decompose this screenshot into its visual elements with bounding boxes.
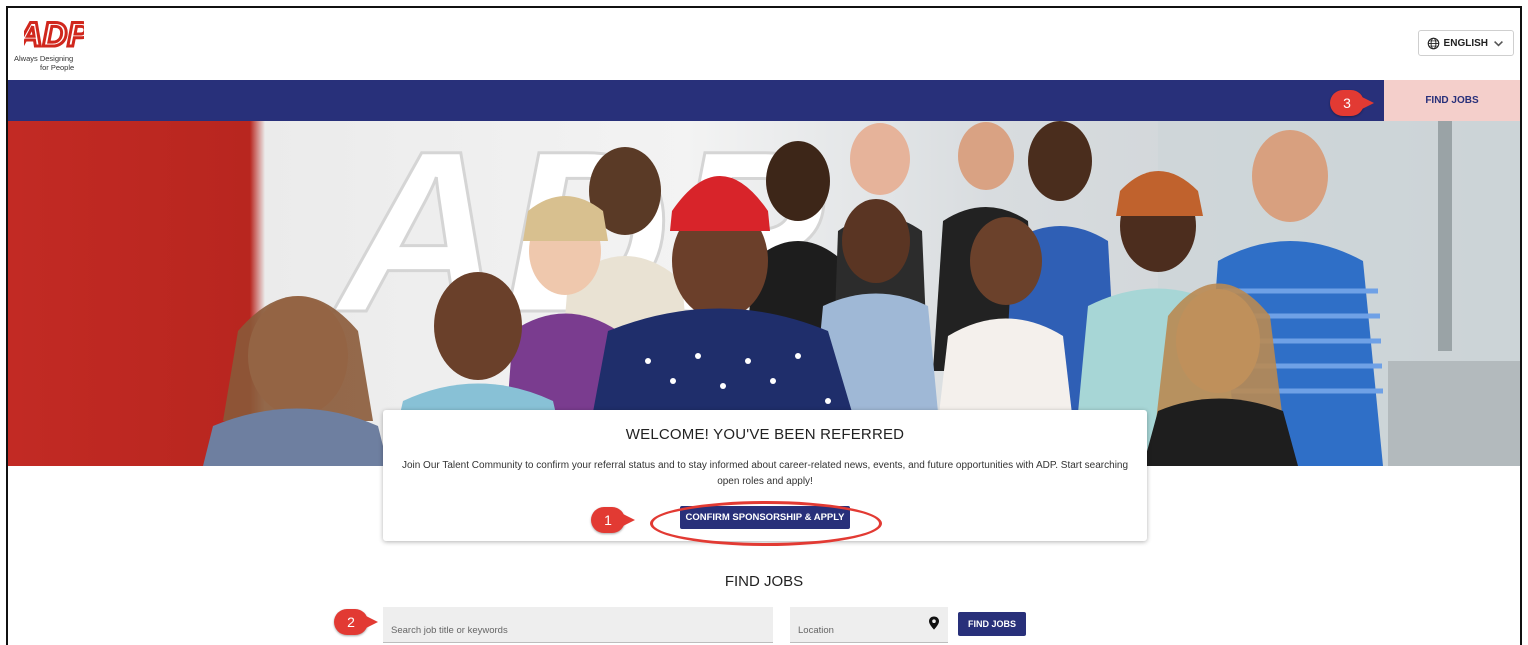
- language-label: ENGLISH: [1443, 37, 1488, 49]
- step-badge-2-number: 2: [347, 614, 355, 630]
- confirm-sponsorship-apply-button[interactable]: CONFIRM SPONSORSHIP & APPLY: [680, 506, 850, 529]
- find-jobs-title: FIND JOBS: [724, 573, 804, 590]
- tagline-line2: for People: [40, 63, 75, 72]
- adp-logo[interactable]: ADP Always Designing for People: [14, 16, 94, 76]
- search-input[interactable]: [383, 607, 773, 643]
- step-badge-3-number: 3: [1343, 95, 1351, 111]
- logo-tagline: Always Designing for People: [14, 54, 94, 72]
- nav-find-jobs-link[interactable]: FIND JOBS: [1384, 80, 1520, 121]
- nav-find-jobs-label: FIND JOBS: [1425, 95, 1479, 106]
- step-badge-2: 2: [334, 609, 378, 635]
- find-jobs-button[interactable]: FIND JOBS: [958, 612, 1026, 636]
- welcome-title: WELCOME! YOU'VE BEEN REFERRED: [625, 426, 905, 443]
- map-pin-icon[interactable]: [928, 616, 940, 630]
- welcome-card: WELCOME! YOU'VE BEEN REFERRED Join Our T…: [383, 410, 1147, 541]
- step-badge-1-number: 1: [604, 512, 612, 528]
- language-selector[interactable]: ENGLISH: [1417, 30, 1514, 56]
- step-badge-3: 3: [1330, 90, 1374, 116]
- page-frame: ADP Always Designing for People ENGLISH: [6, 6, 1522, 645]
- step-badge-1: 1: [591, 507, 635, 533]
- logo-text: ADP: [24, 16, 84, 52]
- nav-band: FIND JOBS: [8, 80, 1520, 121]
- welcome-body: Join Our Talent Community to confirm you…: [401, 460, 1129, 487]
- tagline-line1: Always Designing: [14, 54, 74, 63]
- adp-logo-mark: ADP: [24, 16, 84, 52]
- chevron-down-icon: [1494, 40, 1503, 47]
- location-input[interactable]: [790, 607, 948, 643]
- top-bar: ADP Always Designing for People ENGLISH: [8, 8, 1520, 80]
- globe-icon: [1427, 37, 1439, 49]
